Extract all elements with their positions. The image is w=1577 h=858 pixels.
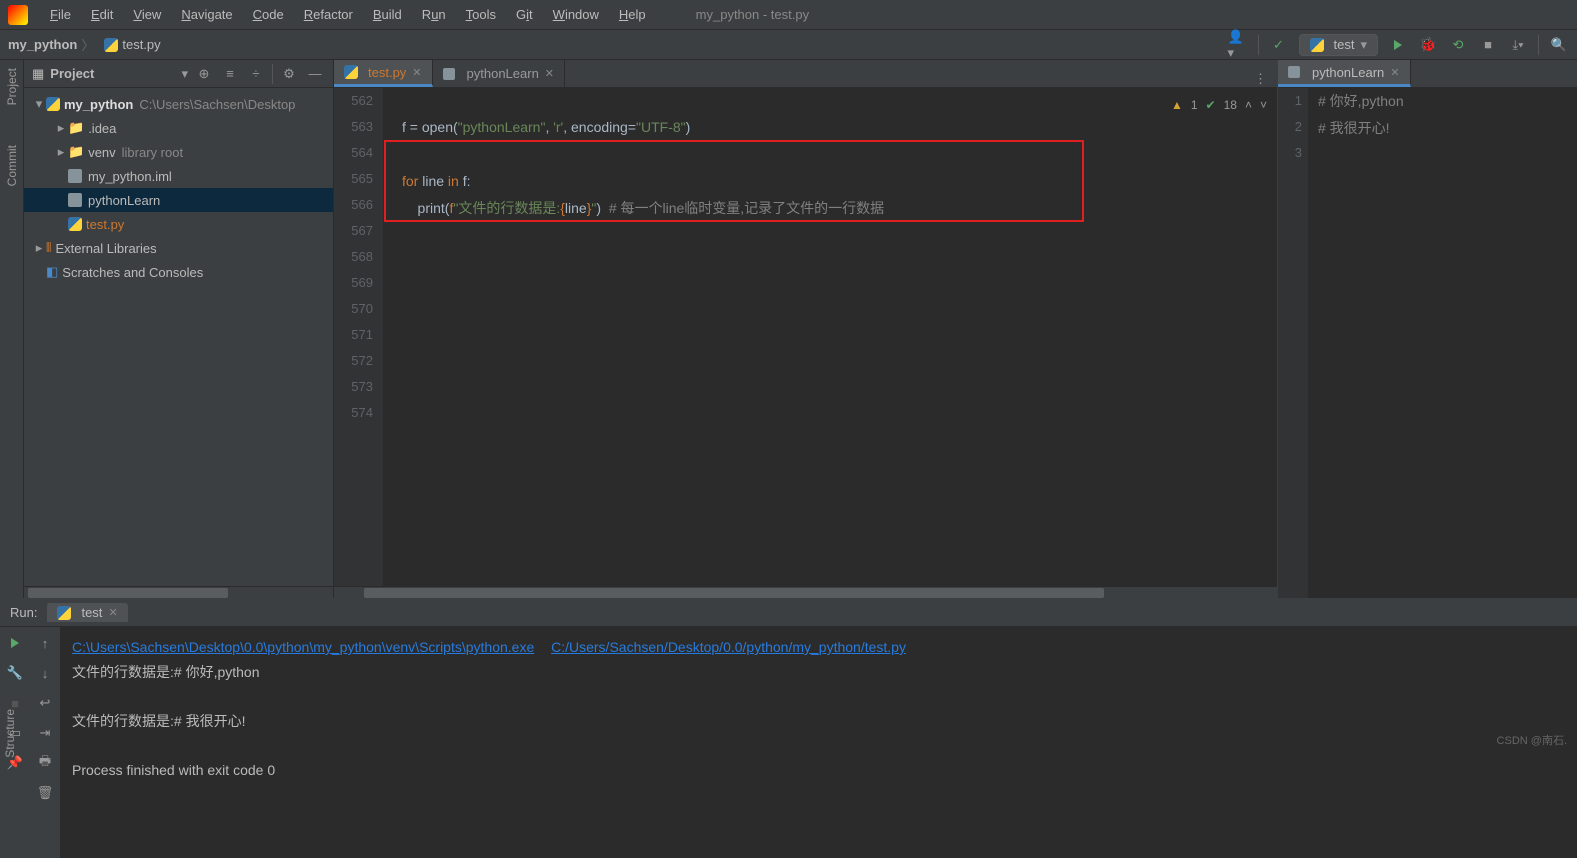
run-button[interactable] (1388, 35, 1408, 55)
tree-row-venv[interactable]: ▸📁venvlibrary root (24, 140, 333, 164)
menu-run[interactable]: Run (412, 3, 456, 26)
stop-icon[interactable]: ■ (1478, 35, 1498, 55)
editor-area: test.py✕ pythonLearn✕ ⋮ 5625635645655665… (334, 60, 1277, 598)
scroll-end-icon[interactable]: ⇥ (35, 723, 55, 743)
run-tab[interactable]: test✕ (47, 603, 127, 622)
menu-navigate[interactable]: Navigate (171, 3, 242, 26)
window-title: my_python - test.py (696, 7, 809, 22)
menu-view[interactable]: View (123, 3, 171, 26)
project-panel-header: ▦ Project ▾ ⊕ ≡ ÷ ⚙ — (24, 60, 333, 88)
collapse-all-icon[interactable]: ÷ (246, 64, 266, 84)
python-icon (1310, 38, 1324, 52)
rerun-icon[interactable] (5, 633, 25, 653)
expand-all-icon[interactable]: ≡ (220, 64, 240, 84)
chevron-up-icon[interactable]: ˄ (1245, 92, 1252, 118)
menu-file[interactable]: File (40, 3, 81, 26)
trash-icon[interactable]: 🗑 (35, 783, 55, 803)
chevron-down-icon[interactable]: ˅ (1260, 92, 1267, 118)
git-actions-icon[interactable]: ⤓▾ (1508, 35, 1528, 55)
tree-row-idea[interactable]: ▸📁.idea (24, 116, 333, 140)
sidebar-tab-project[interactable]: Project (5, 68, 19, 105)
editor-tabs: test.py✕ pythonLearn✕ ⋮ (334, 60, 1277, 88)
close-icon[interactable]: ✕ (412, 66, 421, 79)
editor-body[interactable]: 562563564565566567568569570571572573574 … (334, 88, 1277, 586)
tree-row-iml[interactable]: my_python.iml (24, 164, 333, 188)
softwrap-icon[interactable]: ↩ (35, 693, 55, 713)
up-icon[interactable]: ↑ (35, 633, 55, 653)
wrench-icon[interactable]: 🔧 (5, 663, 25, 683)
warning-icon: ▲ (1171, 92, 1183, 118)
tree-row-pythonlearn[interactable]: pythonLearn (24, 188, 333, 212)
left-tool-strip: Project Commit (0, 60, 24, 598)
tree-row-scratches[interactable]: ◧Scratches and Consoles (24, 260, 333, 284)
console-exit: Process finished with exit code 0 (72, 762, 275, 778)
navigation-bar: my_python 〉 test.py 👤▾ ✓ test ▾ 🐞 ⟲ ■ ⤓▾… (0, 30, 1577, 60)
run-panel-header: Run: test✕ (0, 599, 1577, 627)
git-update-icon[interactable]: ✓ (1269, 35, 1289, 55)
tree-row-testpy[interactable]: test.py (24, 212, 333, 236)
sidebar-tab-commit[interactable]: Commit (5, 145, 19, 186)
console-link-script[interactable]: C:/Users/Sachsen/Desktop/0.0/python/my_p… (551, 639, 906, 655)
editor-hscroll[interactable] (334, 586, 1277, 598)
close-icon[interactable]: ✕ (108, 606, 117, 619)
menu-git[interactable]: Git (506, 3, 543, 26)
project-panel: ▦ Project ▾ ⊕ ≡ ÷ ⚙ — ▾my_pythonC:\Users… (24, 60, 334, 598)
menu-edit[interactable]: Edit (81, 3, 123, 26)
menu-window[interactable]: Window (543, 3, 609, 26)
console-line: 文件的行数据是:# 我很开心! (72, 713, 245, 729)
project-hscroll[interactable] (24, 586, 333, 598)
search-icon[interactable]: 🔍 (1549, 35, 1569, 55)
run-config-selector[interactable]: test ▾ (1299, 34, 1379, 56)
tree-row-root[interactable]: ▾my_pythonC:\Users\Sachsen\Desktop (24, 92, 333, 116)
down-icon[interactable]: ↓ (35, 663, 55, 683)
hide-icon[interactable]: — (305, 64, 325, 84)
breadcrumb-file[interactable]: test.py (104, 37, 160, 53)
main-area: Project Commit ▦ Project ▾ ⊕ ≡ ÷ ⚙ — ▾my… (0, 60, 1577, 598)
side-gutter: 123 (1278, 88, 1308, 598)
editor-tab-testpy[interactable]: test.py✕ (334, 60, 433, 87)
gear-icon[interactable]: ⚙ (279, 64, 299, 84)
run-coverage-icon[interactable]: ⟲ (1448, 35, 1468, 55)
select-opened-icon[interactable]: ⊕ (194, 64, 214, 84)
inspections-widget[interactable]: ▲1 ✔18 ˄ ˅ (1171, 92, 1267, 118)
side-code[interactable]: # 你好,python # 我很开心! (1308, 88, 1577, 598)
tab-more-icon[interactable]: ⋮ (1244, 71, 1277, 87)
project-panel-icon: ▦ (32, 66, 44, 82)
breadcrumb-root[interactable]: my_python (8, 37, 77, 52)
debug-button[interactable]: 🐞 (1418, 35, 1438, 55)
run-toolbar-right: ↑ ↓ ↩ ⇥ 🖶 🗑 (30, 627, 60, 858)
project-tree[interactable]: ▾my_pythonC:\Users\Sachsen\Desktop ▸📁.id… (24, 88, 333, 586)
console-line: 文件的行数据是:# 你好,python (72, 664, 260, 680)
watermark: CSDN @南石. (1497, 732, 1567, 748)
editor-tab-pythonlearn[interactable]: pythonLearn✕ (433, 60, 566, 87)
menu-code[interactable]: Code (243, 3, 294, 26)
menu-help[interactable]: Help (609, 3, 656, 26)
side-tab-pythonlearn[interactable]: pythonLearn✕ (1278, 60, 1411, 87)
console-link-exe[interactable]: C:\Users\Sachsen\Desktop\0.0\python\my_p… (72, 639, 534, 655)
tree-row-external[interactable]: ▸⫴External Libraries (24, 236, 333, 260)
line-gutter: 562563564565566567568569570571572573574 (334, 88, 384, 586)
menu-refactor[interactable]: Refactor (294, 3, 363, 26)
sidebar-tab-structure[interactable]: Structure (3, 709, 17, 758)
check-icon: ✔ (1206, 92, 1216, 118)
python-icon (104, 38, 118, 52)
menubar: File Edit View Navigate Code Refactor Bu… (0, 0, 1577, 30)
console-output[interactable]: C:\Users\Sachsen\Desktop\0.0\python\my_p… (60, 627, 1577, 858)
code-area[interactable]: f = open("pythonLearn", 'r', encoding="U… (384, 88, 1277, 586)
run-panel: Run: test✕ 🔧 ■ ▭ 📌 ↑ ↓ ↩ ⇥ 🖶 🗑 C:\Users\… (0, 598, 1577, 858)
print-icon[interactable]: 🖶 (35, 753, 55, 773)
run-label: Run: (10, 605, 37, 620)
side-editor: pythonLearn✕ 123 # 你好,python # 我很开心! (1277, 60, 1577, 598)
menu-tools[interactable]: Tools (456, 3, 506, 26)
project-panel-title: Project (50, 66, 175, 81)
user-icon[interactable]: 👤▾ (1228, 35, 1248, 55)
menu-build[interactable]: Build (363, 3, 412, 26)
close-icon[interactable]: ✕ (1390, 66, 1399, 79)
close-icon[interactable]: ✕ (545, 67, 554, 80)
app-logo (8, 5, 28, 25)
